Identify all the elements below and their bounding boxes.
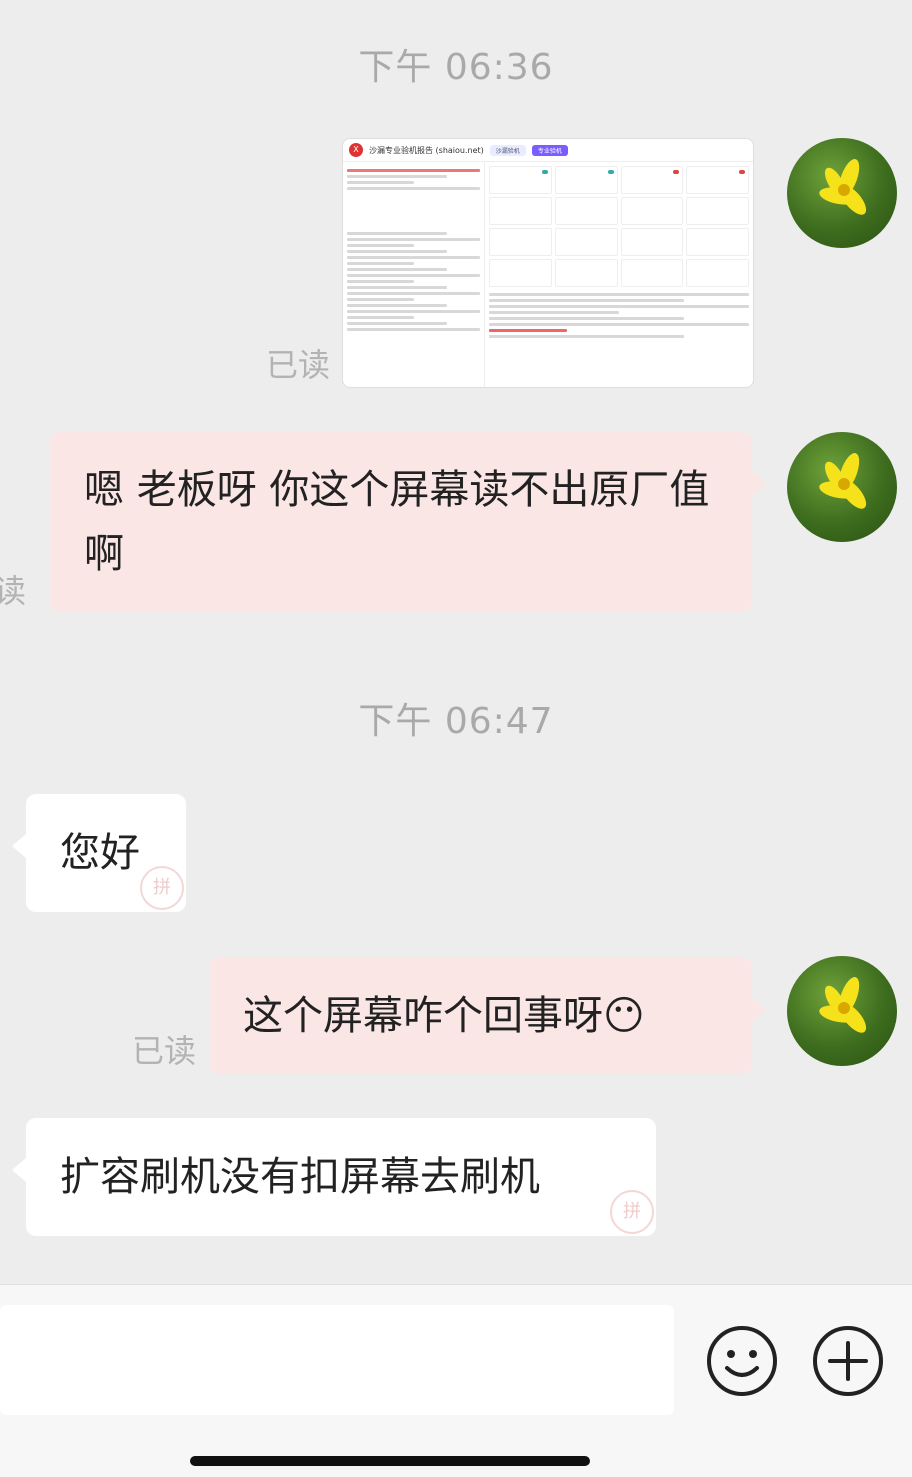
watermark-stamp: 拼 (610, 1190, 654, 1234)
watermark-stamp: 拼 (140, 866, 184, 910)
logo-icon: X (349, 143, 363, 157)
emoji-button[interactable] (706, 1325, 778, 1397)
read-status: 已读 (132, 1032, 197, 1070)
flower-icon (819, 453, 867, 509)
image-message-thumbnail[interactable]: X 沙漏专业验机报告 (shaiou.net) 沙漏验机 专业验机 (342, 138, 754, 388)
thumbnail-left-panel (343, 162, 485, 387)
avatar[interactable] (787, 138, 897, 248)
flower-icon (819, 977, 867, 1033)
chat-area[interactable]: 下午 06:36 已读 X 沙漏专业验机报告 (shaiou.net) 沙漏验机… (0, 0, 912, 1284)
message-text: 扩容刷机没有扣屏幕去刷机 (60, 1154, 540, 1200)
thumbnail-right-panel (485, 162, 753, 387)
message-text: 嗯 老板呀 你这个屏幕读不出原厂值啊 (84, 467, 710, 577)
read-status: 已读 (266, 346, 331, 384)
thumbnail-header: X 沙漏专业验机报告 (shaiou.net) 沙漏验机 专业验机 (343, 139, 753, 162)
plus-icon (813, 1326, 883, 1396)
input-bar (0, 1284, 912, 1477)
thumbnail-tab: 沙漏验机 (489, 144, 526, 156)
avatar[interactable] (787, 956, 897, 1066)
smile-icon (707, 1326, 777, 1396)
thumbnail-body (343, 162, 753, 387)
timestamp: 下午 06:47 (358, 701, 554, 742)
thumbnail-title: 沙漏专业验机报告 (shaiou.net) (369, 145, 484, 155)
flower-icon (819, 159, 867, 215)
home-indicator (190, 1456, 590, 1466)
message-bubble-other[interactable]: 扩容刷机没有扣屏幕去刷机 拼 (12, 1118, 656, 1236)
message-bubble-other[interactable]: 您好 拼 (12, 794, 186, 912)
thumbnail-tab: 专业验机 (531, 144, 568, 156)
message-text: 这个屏幕咋个回事呀😶 (243, 993, 645, 1039)
plus-button[interactable] (812, 1325, 884, 1397)
message-text: 您好 (60, 830, 140, 876)
message-input[interactable] (0, 1305, 674, 1415)
message-bubble-self[interactable]: 嗯 老板呀 你这个屏幕读不出原厂值啊 (50, 432, 766, 612)
timestamp: 下午 06:36 (358, 47, 554, 88)
message-bubble-self[interactable]: 这个屏幕咋个回事呀😶 (209, 958, 766, 1074)
read-status-partial: 读 (0, 572, 27, 610)
avatar[interactable] (787, 432, 897, 542)
